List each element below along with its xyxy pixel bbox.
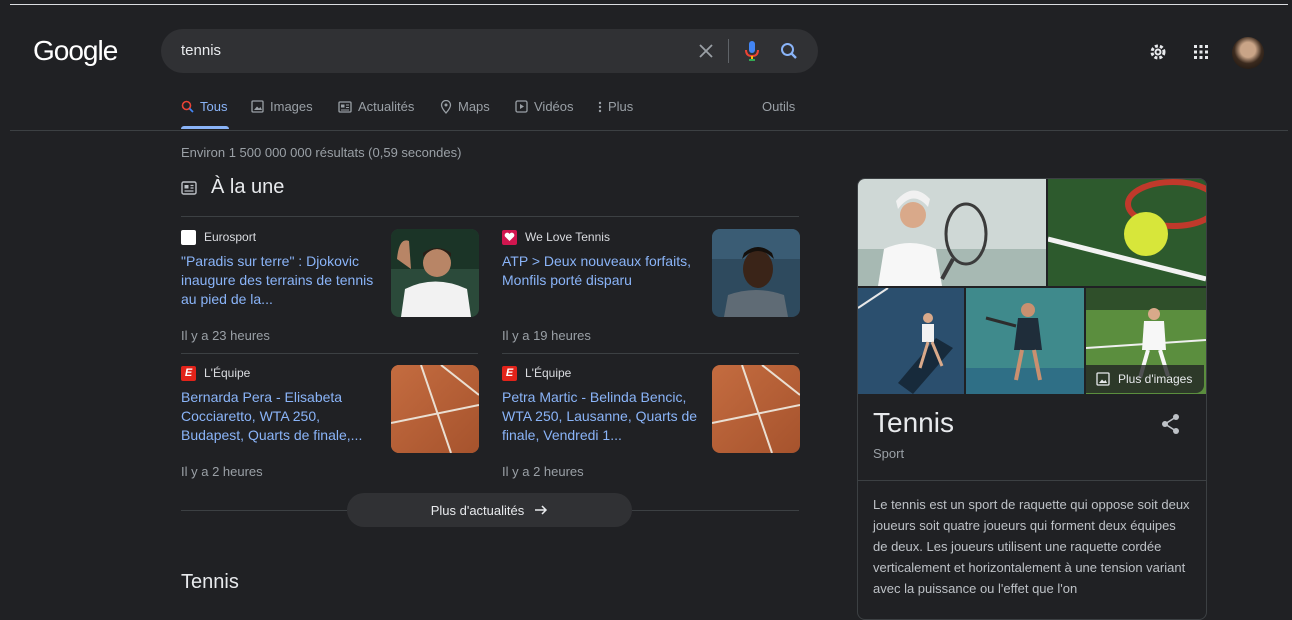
news-time: Il y a 23 heures bbox=[181, 328, 270, 343]
tools-button[interactable]: Outils bbox=[762, 99, 795, 114]
lequipe-logo-icon: E bbox=[502, 365, 517, 381]
section-title: À la une bbox=[211, 176, 285, 198]
news-time: Il y a 2 heures bbox=[181, 464, 263, 479]
active-tab-indicator bbox=[181, 126, 229, 129]
news-title[interactable]: ATP > Deux nouveaux forfaits, Monfils po… bbox=[502, 252, 702, 290]
share-icon[interactable] bbox=[1161, 413, 1181, 440]
lequipe-logo-icon: E bbox=[181, 365, 196, 381]
image-icon bbox=[251, 100, 264, 113]
news-card[interactable]: Eurosport "Paradis sur terre" : Djokovic… bbox=[181, 229, 481, 344]
source-name: L'Équipe bbox=[204, 366, 251, 380]
eurosport-logo-icon bbox=[181, 229, 196, 245]
kp-image[interactable] bbox=[858, 179, 1046, 286]
search-bar[interactable]: tennis bbox=[161, 29, 818, 73]
news-card[interactable]: We Love Tennis ATP > Deux nouveaux forfa… bbox=[502, 229, 802, 344]
source-name: Eurosport bbox=[204, 230, 257, 244]
news-card[interactable]: E L'Équipe Petra Martic - Belinda Bencic… bbox=[502, 365, 802, 480]
top-stories-header: À la une bbox=[181, 176, 284, 199]
more-vertical-icon bbox=[598, 101, 602, 112]
avatar[interactable] bbox=[1232, 37, 1264, 69]
image-icon bbox=[1096, 372, 1110, 386]
result-stats: Environ 1 500 000 000 résultats (0,59 se… bbox=[181, 145, 462, 160]
source-name: L'Équipe bbox=[525, 366, 572, 380]
tab-label: Actualités bbox=[358, 99, 415, 114]
divider bbox=[181, 510, 347, 511]
result-title[interactable]: Tennis bbox=[181, 571, 239, 594]
tab-maps[interactable]: Maps bbox=[440, 99, 490, 114]
tab-label: Vidéos bbox=[534, 99, 574, 114]
mic-icon[interactable] bbox=[741, 40, 763, 62]
kp-image[interactable] bbox=[858, 288, 964, 394]
news-title[interactable]: Petra Martic - Belinda Bencic, WTA 250, … bbox=[502, 388, 702, 445]
tab-news[interactable]: Actualités bbox=[338, 99, 414, 114]
knowledge-panel: Tennis Sport Le tennis est un sport de r… bbox=[857, 178, 1207, 620]
google-logo[interactable]: Google bbox=[33, 35, 118, 67]
divider bbox=[502, 353, 799, 354]
source-name: We Love Tennis bbox=[525, 230, 610, 244]
tabs-divider bbox=[10, 130, 1288, 131]
search-separator bbox=[728, 39, 729, 63]
newspaper-icon bbox=[181, 180, 197, 195]
news-icon bbox=[338, 100, 352, 113]
map-pin-icon bbox=[440, 99, 452, 114]
news-thumbnail[interactable] bbox=[391, 365, 479, 453]
tab-all[interactable]: Tous bbox=[181, 99, 227, 114]
news-title[interactable]: Bernarda Pera - Elisabeta Cocciaretto, W… bbox=[181, 388, 381, 445]
tab-images[interactable]: Images bbox=[251, 99, 313, 114]
kp-divider bbox=[858, 480, 1206, 481]
search-icon[interactable] bbox=[778, 40, 800, 62]
more-news-button[interactable]: Plus d'actualités bbox=[347, 493, 632, 527]
search-icon bbox=[181, 100, 194, 113]
news-thumbnail[interactable] bbox=[712, 365, 800, 453]
tab-videos[interactable]: Vidéos bbox=[515, 99, 574, 114]
news-thumbnail[interactable] bbox=[391, 229, 479, 317]
news-time: Il y a 19 heures bbox=[502, 328, 591, 343]
news-title[interactable]: "Paradis sur terre" : Djokovic inaugure … bbox=[181, 252, 381, 309]
tab-label: Tous bbox=[200, 99, 228, 114]
news-time: Il y a 2 heures bbox=[502, 464, 584, 479]
video-icon bbox=[515, 100, 528, 113]
tab-more[interactable]: Plus bbox=[598, 99, 633, 114]
divider bbox=[181, 216, 799, 217]
search-input[interactable]: tennis bbox=[181, 42, 221, 59]
more-news-label: Plus d'actualités bbox=[430, 502, 525, 518]
more-images-button[interactable]: Plus d'images bbox=[1086, 365, 1204, 393]
divider bbox=[181, 353, 478, 354]
apps-grid-icon[interactable] bbox=[1190, 41, 1212, 63]
more-images-label: Plus d'images bbox=[1118, 372, 1193, 386]
tab-label: Maps bbox=[458, 99, 490, 114]
top-border bbox=[10, 4, 1288, 5]
kp-image[interactable] bbox=[966, 288, 1084, 394]
tab-label: Images bbox=[270, 99, 313, 114]
arrow-right-icon bbox=[535, 505, 548, 515]
kp-subtitle: Sport bbox=[873, 446, 905, 461]
kp-title: Tennis bbox=[873, 407, 954, 438]
kp-image[interactable] bbox=[1048, 179, 1206, 286]
settings-gear-icon[interactable] bbox=[1147, 41, 1169, 63]
news-thumbnail[interactable] bbox=[712, 229, 800, 317]
clear-icon[interactable] bbox=[695, 40, 717, 62]
news-card[interactable]: E L'Équipe Bernarda Pera - Elisabeta Coc… bbox=[181, 365, 481, 480]
heart-logo-icon bbox=[502, 229, 517, 245]
kp-description: Le tennis est un sport de raquette qui o… bbox=[873, 497, 1190, 596]
tab-label: Plus bbox=[608, 99, 634, 114]
divider bbox=[632, 510, 799, 511]
